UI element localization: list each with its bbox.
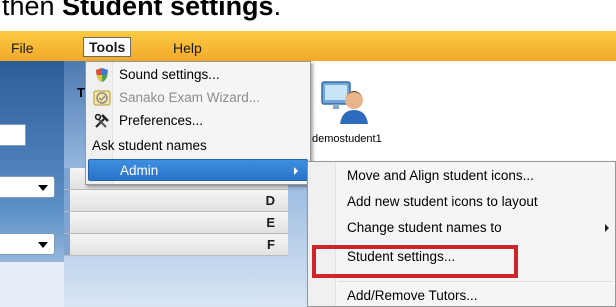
menu-item-move-align-icons[interactable]: Move and Align student icons... [308, 165, 615, 187]
left-combo-2[interactable] [0, 233, 55, 255]
menu-item-label: Sound settings... [119, 67, 220, 82]
menu-item-label: Change student names to [347, 220, 502, 235]
menu-item-label: Add/Remove Tutors... [347, 288, 478, 303]
menu-item-change-student-names[interactable]: Change student names to [308, 217, 615, 239]
menu-help[interactable]: Help [168, 39, 207, 59]
grid-row[interactable]: E [64, 212, 288, 234]
grid-row-label: E [266, 215, 275, 230]
callout-highlight-box [312, 245, 518, 278]
menu-item-sound-settings[interactable]: Sound settings... [88, 64, 308, 86]
left-text-field[interactable] [0, 124, 26, 146]
left-panel [0, 61, 64, 307]
grid-row-label: D [265, 193, 275, 208]
preferences-tools-icon [93, 112, 111, 130]
menu-item-label: Move and Align student icons... [347, 168, 534, 183]
menu-item-ask-student-names[interactable]: Ask student names [88, 135, 308, 157]
menu-item-label: Ask student names [92, 138, 207, 153]
menubar: File Tools Help [0, 31, 616, 61]
chevron-down-icon [38, 242, 48, 248]
menu-file[interactable]: File [6, 39, 39, 59]
grid-row-label: F [267, 237, 275, 252]
chevron-down-icon [38, 185, 48, 191]
exam-wizard-icon [93, 89, 111, 107]
student-computer-icon[interactable] [318, 76, 374, 132]
submenu-arrow-icon [605, 224, 609, 232]
menu-item-preferences[interactable]: Preferences... [88, 110, 308, 132]
menu-item-label: Sanako Exam Wizard... [119, 90, 261, 105]
instruction-suffix: . [273, 0, 282, 21]
partial-title: T [77, 85, 85, 100]
menu-item-add-remove-tutors[interactable]: Add/Remove Tutors... [308, 285, 615, 307]
instruction-text: then Student settings. [2, 0, 281, 23]
left-panel-lower [0, 261, 64, 307]
grid-row-marker [64, 168, 70, 189]
menu-item-exam-wizard[interactable]: Sanako Exam Wizard... [88, 87, 308, 109]
instruction-bold: Student settings [62, 0, 274, 21]
submenu-arrow-icon [294, 167, 298, 175]
menu-item-label: Admin [120, 163, 159, 178]
menu-item-add-student-icons[interactable]: Add new student icons to layout [308, 191, 615, 213]
grid-row[interactable]: F [64, 234, 288, 256]
menu-separator [338, 281, 613, 282]
menu-tools[interactable]: Tools [83, 37, 132, 57]
grid-row-marker [64, 190, 70, 211]
menu-item-label: Preferences... [119, 113, 204, 128]
grid-row-marker [64, 212, 70, 233]
tools-dropdown-menu: Sound settings... Sanako Exam Wizard... … [85, 61, 311, 185]
admin-submenu: Move and Align student icons... Add new … [307, 161, 616, 307]
left-combo-1[interactable] [0, 176, 55, 198]
menu-item-label: Add new student icons to layout [347, 194, 538, 209]
menu-item-admin[interactable]: Admin [88, 159, 308, 181]
instruction-prefix: then [2, 0, 63, 21]
grid-row[interactable]: D [64, 190, 288, 212]
student-name-label: demostudent1 [312, 133, 382, 145]
sound-settings-icon [93, 66, 111, 84]
grid-row-marker [64, 234, 70, 255]
